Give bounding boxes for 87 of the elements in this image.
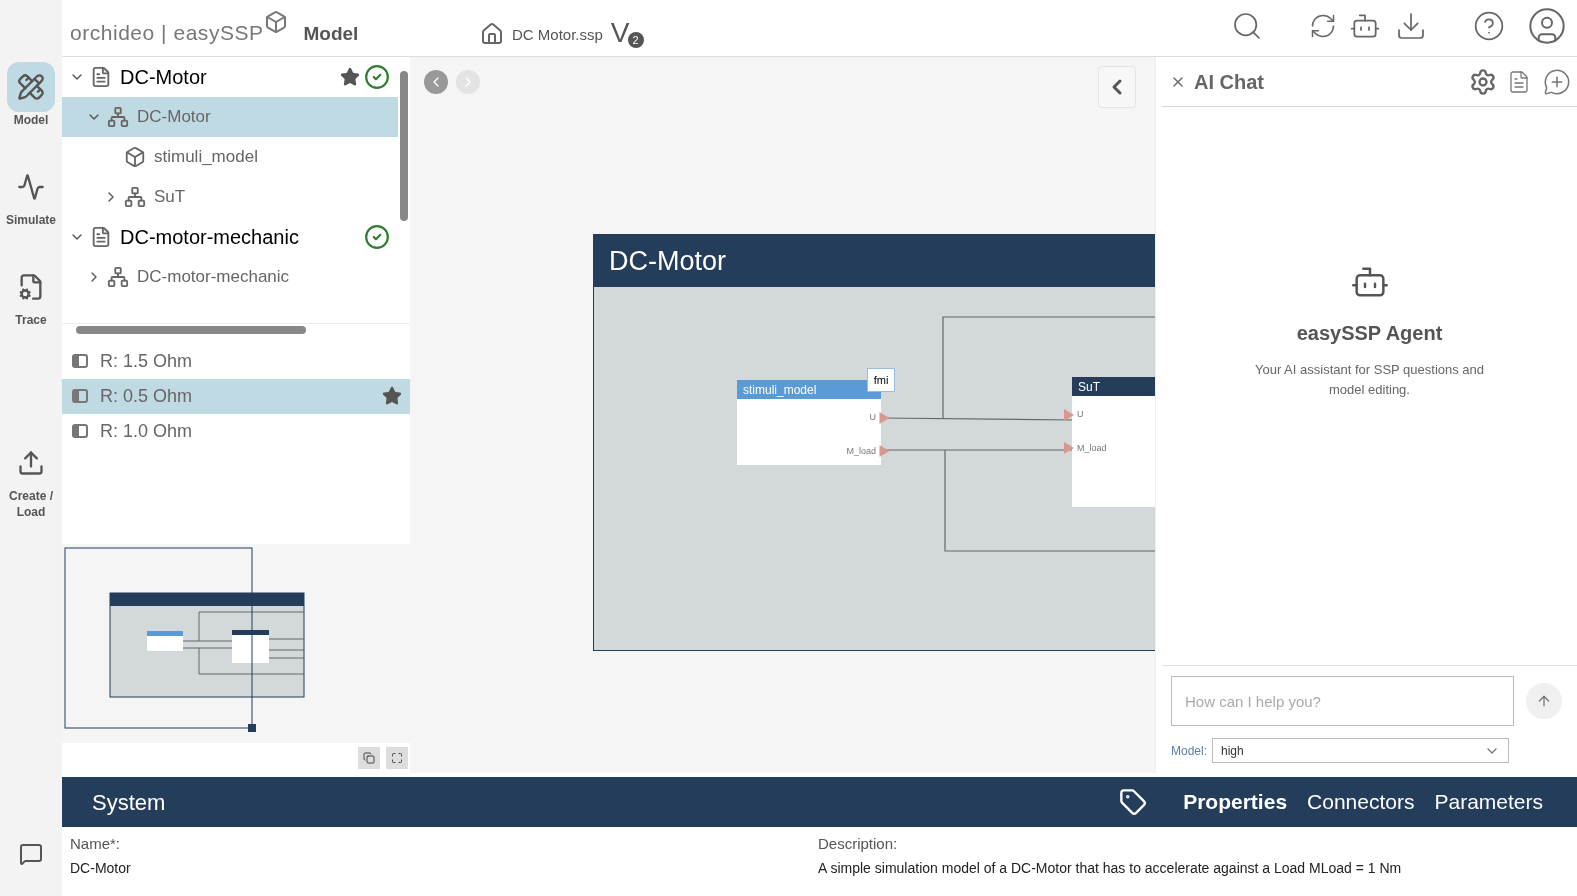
file-name: DC Motor.ssp xyxy=(512,24,603,45)
variant-row[interactable]: R: 1.0 Ohm xyxy=(62,413,410,449)
panel-tab[interactable]: Parameters xyxy=(1434,786,1543,818)
fmi-badge: fmi xyxy=(867,368,895,392)
variant-label: R: 1.5 Ohm xyxy=(100,349,193,373)
tree-row[interactable]: stimuli_model xyxy=(62,137,398,177)
settings-icon[interactable] xyxy=(1469,67,1497,96)
hierarchy-icon xyxy=(107,106,129,128)
field-value: A simple simulation model of a DC-Motor that has to accelerate against a Load MLoad = 1 Nm xyxy=(818,858,1403,878)
copy-button[interactable] xyxy=(358,747,380,770)
new-chat-icon[interactable] xyxy=(1543,67,1571,96)
panel-tab[interactable]: Properties xyxy=(1183,786,1288,818)
port-label: U xyxy=(869,411,876,424)
hierarchy-icon xyxy=(124,186,146,208)
system-block[interactable]: DC-Motor stimuli_model fmi U M_load SuT U M_load xyxy=(593,234,1155,651)
fmu-cube-icon xyxy=(124,146,146,168)
search-icon[interactable] xyxy=(1231,10,1263,42)
agent-name: easySSP Agent xyxy=(1296,321,1443,346)
section-title: Model xyxy=(303,21,359,46)
rail-label: Trace xyxy=(14,312,48,328)
model-label: Model: xyxy=(1171,742,1208,760)
field-value: DC-Motor xyxy=(70,858,132,878)
connector-line[interactable] xyxy=(942,316,1155,420)
variant-row[interactable]: R: 1.5 Ohm xyxy=(62,343,410,379)
field-label: Description: xyxy=(818,834,899,854)
tree-row[interactable]: DC-Motor xyxy=(62,57,398,97)
download-icon[interactable] xyxy=(1395,10,1427,42)
tree-row[interactable]: DC-motor-mechanic xyxy=(62,257,398,297)
fullscreen-button[interactable] xyxy=(386,747,408,770)
tree-label: DC-motor-mechanic xyxy=(137,266,290,289)
variant-label: R: 0.5 Ohm xyxy=(100,384,193,408)
port-label: M_load xyxy=(1077,441,1107,455)
tree-row[interactable]: DC-Motor xyxy=(62,97,398,137)
minimap[interactable] xyxy=(62,543,410,744)
tree-label: DC-motor-mechanic xyxy=(120,225,299,250)
system-title: DC-Motor xyxy=(594,235,1155,287)
variant-toggle-icon xyxy=(72,354,88,369)
port-label: M_load xyxy=(846,444,876,458)
ssp-file-icon xyxy=(90,226,112,248)
rail-label: Simulate xyxy=(5,212,57,228)
port-label: U xyxy=(1077,408,1084,421)
pencil-ruler-icon xyxy=(17,73,45,101)
user-icon[interactable] xyxy=(1527,6,1567,46)
tag-icon xyxy=(1119,788,1148,816)
field-label: Name*: xyxy=(70,834,122,854)
help-icon[interactable] xyxy=(1473,10,1505,42)
scrollbar-thumb[interactable] xyxy=(400,71,408,221)
panel-tab[interactable]: Connectors xyxy=(1307,786,1415,818)
variant-toggle-icon xyxy=(72,389,88,404)
document-gear-icon xyxy=(17,273,45,301)
variant-label: R: 1.0 Ohm xyxy=(100,419,193,443)
chat-title: AI Chat xyxy=(1194,69,1264,95)
variant-row[interactable]: R: 0.5 Ohm xyxy=(62,378,410,414)
sync-icon[interactable] xyxy=(1309,12,1337,40)
panel-title: System xyxy=(92,788,166,817)
tree-label: DC-Motor xyxy=(137,106,211,129)
rail-button[interactable] xyxy=(7,62,55,112)
hierarchy-icon xyxy=(107,266,129,288)
tree-row[interactable]: SuT xyxy=(62,177,398,217)
send-button[interactable] xyxy=(1526,683,1562,719)
back-button[interactable] xyxy=(424,70,448,94)
tree-label: stimuli_model xyxy=(154,146,258,169)
scrollbar-thumb[interactable] xyxy=(76,325,306,334)
rail-label: Model xyxy=(12,112,50,128)
version-letter: V xyxy=(610,18,630,48)
port-arrow-icon[interactable] xyxy=(1064,408,1074,421)
chat-input-field[interactable]: How can I help you? xyxy=(1171,676,1514,726)
ssp-file-icon xyxy=(90,66,112,88)
cube-logo-icon xyxy=(263,10,288,34)
fullscreen-icon xyxy=(391,752,403,765)
collapse-panel-button[interactable] xyxy=(1098,66,1136,108)
variant-toggle-icon xyxy=(72,424,88,439)
model-select[interactable]: high xyxy=(1212,738,1510,763)
chart-icon xyxy=(17,173,45,201)
tree-label: SuT xyxy=(154,186,186,209)
component-title: SuT xyxy=(1072,377,1155,396)
home-icon[interactable] xyxy=(480,22,504,46)
rail-label: Create / Load xyxy=(8,488,54,520)
diagram-canvas[interactable]: DC-Motor stimuli_model fmi U M_load SuT U M_load xyxy=(410,57,1155,773)
version-badge: 2 xyxy=(627,32,644,48)
feedback-icon[interactable] xyxy=(19,842,43,866)
agent-description: Your AI assistant for SSP questions and model editing. xyxy=(1253,361,1486,399)
brand-logo: orchideo | easySSP xyxy=(70,19,264,46)
tree-label: DC-Motor xyxy=(120,65,207,90)
upload-icon xyxy=(17,449,45,477)
copy-icon xyxy=(363,752,375,765)
tree-row[interactable]: DC-motor-mechanic xyxy=(62,217,398,257)
